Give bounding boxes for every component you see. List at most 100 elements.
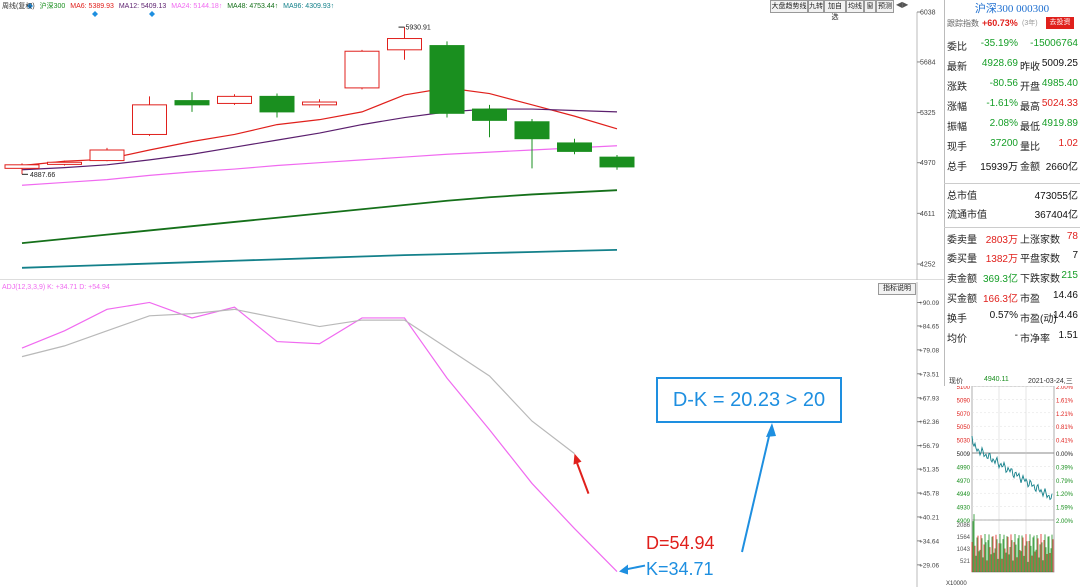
price-tick-label: 4611	[920, 211, 935, 218]
plot-bg	[0, 0, 944, 280]
candle-body[interactable]	[429, 45, 465, 114]
candle-body[interactable]	[47, 161, 82, 165]
kdj-tick-label: +34.64	[919, 538, 939, 545]
candle-body[interactable]	[259, 95, 295, 113]
mini-price-value: 4940.11	[984, 376, 1009, 383]
high-annotation: 5930.91	[406, 25, 431, 32]
kdj-tick-label: +67.93	[919, 395, 939, 402]
mini-left-tick: 5100	[957, 386, 971, 391]
candle-body[interactable]	[344, 50, 380, 89]
mini-right-tick: 0.41%	[1056, 439, 1074, 445]
mini-vol-tick: 1564	[957, 535, 971, 541]
indicator-help-button[interactable]: 指标说明	[878, 283, 916, 295]
quote-label: 总手	[947, 162, 967, 173]
candle-body[interactable]	[387, 38, 422, 51]
toolbar-arrow-icon[interactable]: ◀▶	[896, 0, 908, 9]
price-tick-label: 6038	[920, 10, 936, 17]
candle-body[interactable]	[217, 95, 252, 104]
mini-left-tick: 5009	[957, 452, 971, 458]
mini-right-tick: 0.00%	[1056, 452, 1074, 458]
mini-header: 现价 4940.11 2021-03-24,三	[944, 374, 1080, 386]
breadth-value: 166.3亿	[982, 294, 1018, 305]
quote-label-2: 最高	[1020, 102, 1040, 113]
toolbar-ma[interactable]: 均线	[846, 0, 864, 13]
quote-value-2: 5024.33	[1041, 98, 1078, 109]
mini-left-tick: 5090	[957, 398, 971, 404]
kdj-legend: ADJ(12,3,3,9) K: +34.71 D: +54.94	[2, 284, 110, 291]
legend-ma24: MA24: 5144.18↑	[171, 3, 223, 10]
price-tick-label: 5684	[920, 59, 936, 66]
breadth-label: 委买量	[947, 254, 977, 265]
breadth-label: 买金额	[947, 294, 977, 305]
mini-vol-tick: 2086	[957, 523, 971, 529]
toolbar-trend-line[interactable]: 大盘趋势线	[770, 0, 808, 13]
cap-value: 473055亿	[1034, 191, 1078, 202]
candle-body[interactable]	[4, 164, 40, 169]
candle-body[interactable]	[132, 104, 167, 135]
mini-right-tick: 1.21%	[1056, 412, 1074, 418]
kdj-tick-label: +51.35	[919, 467, 939, 474]
candle-body[interactable]	[599, 156, 635, 168]
quote-value: -35.19%	[980, 38, 1018, 49]
quote-row: 最新 4928.69 昨收 5009.25	[944, 55, 1080, 73]
toolbar-add-watchlist[interactable]: 加自选	[824, 0, 846, 21]
quote-label-2: 最低	[1020, 122, 1040, 133]
low-annotation: 4887.66	[30, 172, 55, 179]
cap-row: 流通市值 367404亿	[944, 203, 1080, 221]
d-label: D=54.94	[646, 533, 715, 553]
cap-label: 总市值	[947, 191, 977, 202]
stock-chart-window: 6038 5684 5325 4970 4611 4252 5930.91 4887.66 周…	[0, 0, 1080, 587]
breadth-value: 2803万	[985, 235, 1018, 246]
breadth-label: 换手	[947, 314, 967, 325]
breadth-value: -	[1014, 330, 1018, 341]
toolbar-window[interactable]: 窗	[864, 0, 876, 13]
breadth-label-2: 市净率	[1020, 334, 1050, 345]
intraday-mini-chart[interactable]: 5100 2.00% 5090 1.61% 5070 1.21% 5050 0.81% 5030…	[944, 386, 1080, 587]
toolbar-nine-turn[interactable]: 九转	[808, 0, 824, 13]
breadth-row: 委买量 1382万 平盘家数 7	[944, 247, 1080, 265]
candle-body[interactable]	[89, 149, 125, 162]
candle-body[interactable]	[472, 108, 507, 121]
breadth-row: 委卖量 2803万 上涨家数 78	[944, 227, 1080, 246]
breadth-value-2: 14.46	[1052, 310, 1078, 321]
quote-value: 15939万	[980, 162, 1018, 173]
quote-value: -80.56	[989, 78, 1018, 89]
breadth-label: 均价	[947, 334, 967, 345]
kdj-tick-label: +62.36	[919, 419, 939, 426]
plot-bg	[0, 282, 944, 587]
dk-callout-box: D-K = 20.23 > 20	[656, 377, 842, 423]
candle-body[interactable]	[557, 142, 592, 152]
mini-price-label: 现价	[949, 378, 963, 385]
k-label: K=34.71	[646, 559, 714, 579]
quote-label: 最新	[947, 62, 967, 73]
quote-value: 37200	[990, 138, 1018, 149]
legend-prefix: 周线(复权)	[2, 3, 35, 10]
candle-body[interactable]	[302, 101, 337, 106]
kdj-tick-label: +45.78	[919, 490, 939, 497]
kdj-tick-label: +79.08	[919, 347, 939, 354]
mini-left-tick: 5030	[957, 439, 971, 445]
quote-label: 委比	[947, 42, 967, 53]
breadth-label-2: 下跌家数	[1020, 274, 1060, 285]
mini-right-tick: 1.61%	[1056, 398, 1074, 404]
breadth-value-2: 1.51	[1058, 330, 1078, 341]
quote-row: 涨跌 -80.56 开盘 4985.40	[944, 75, 1080, 93]
mini-vol-label: X10000	[946, 581, 967, 587]
kdj-chart[interactable]: +90.09 +84.65 +79.08 +73.51 +67.93 +62.36 +56.…	[0, 282, 944, 587]
quote-label: 现手	[947, 142, 967, 153]
candle-body[interactable]	[514, 121, 550, 140]
mini-right-tick: 2.00%	[1056, 386, 1074, 391]
mini-right-tick: 1.59%	[1056, 506, 1074, 512]
candlestick-chart[interactable]: 6038 5684 5325 4970 4611 4252 5930.91 4887.66	[0, 0, 944, 280]
invest-button[interactable]: 去投资	[1046, 17, 1074, 29]
quote-value: -1.61%	[986, 98, 1018, 109]
cap-row: 总市值 473055亿	[944, 183, 1080, 202]
toolbar-forecast[interactable]: 预测	[876, 0, 894, 13]
candle-body[interactable]	[174, 100, 210, 106]
breadth-label: 委卖量	[947, 235, 977, 246]
breadth-row: 卖金额 369.3亿 下跌家数 215	[944, 267, 1080, 285]
breadth-value-2: 215	[1061, 270, 1078, 281]
legend-ma12: MA12: 5409.13	[118, 3, 167, 10]
breadth-value: 0.57%	[989, 310, 1018, 321]
legend-ma6: MA6: 5389.93	[70, 3, 114, 10]
